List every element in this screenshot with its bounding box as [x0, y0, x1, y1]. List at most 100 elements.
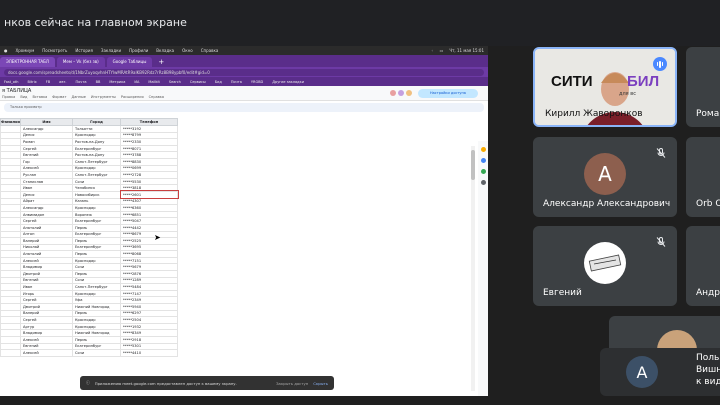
table-cell[interactable]: Алексей: [20, 164, 73, 173]
table-cell[interactable]: *****7147: [120, 289, 178, 298]
table-cell[interactable]: Сергей: [20, 144, 73, 153]
bookmark[interactable]: ИА: [134, 80, 139, 84]
bookmark[interactable]: Бид: [215, 80, 222, 84]
table-cell[interactable]: [0, 197, 21, 206]
table-cell[interactable]: *****1289: [120, 276, 178, 285]
table-cell[interactable]: Сочи: [72, 177, 121, 186]
table-cell[interactable]: Пермь: [72, 237, 121, 245]
table-row[interactable]: Алексей Сочи *****4410: [0, 349, 178, 357]
table-cell[interactable]: [0, 204, 21, 212]
table-cell[interactable]: Сергей: [20, 316, 73, 324]
table-row[interactable]: Денис Краснодар *****8799: [0, 131, 178, 140]
table-cell[interactable]: [0, 296, 21, 305]
table-cell[interactable]: Дмитрий: [20, 270, 73, 278]
table-row[interactable]: Антон Екатеринбург *****8679: [0, 230, 178, 239]
table-cell[interactable]: [0, 131, 21, 140]
table-cell[interactable]: Санкт-Петербург: [72, 171, 121, 179]
bookmark[interactable]: ВВ: [96, 80, 101, 84]
table-cell[interactable]: Пермь: [72, 250, 121, 258]
table-cell[interactable]: *****8679: [120, 230, 178, 239]
participant-tile[interactable]: Orb O: [686, 137, 720, 217]
table-row[interactable]: Иван Санкт-Петербург *****5484: [0, 283, 178, 291]
table-cell[interactable]: Пермь: [72, 270, 121, 278]
table-cell[interactable]: Дмитрий: [20, 303, 73, 311]
table-cell[interactable]: Руслан: [20, 171, 73, 179]
table-cell[interactable]: *****2504: [120, 316, 178, 324]
spreadsheet-grid[interactable]: Фамилия Имя Город Телефон Александр Толья…: [0, 118, 478, 370]
table-cell[interactable]: *****3818: [120, 184, 178, 192]
table-cell[interactable]: [0, 217, 21, 225]
table-cell[interactable]: Челябинск: [72, 184, 121, 192]
table-cell[interactable]: [0, 256, 21, 265]
table-cell[interactable]: *****2876: [120, 270, 178, 278]
table-cell[interactable]: [0, 144, 21, 153]
table-cell[interactable]: *****8068: [120, 250, 178, 258]
table-cell[interactable]: *****5301: [120, 342, 178, 351]
table-cell[interactable]: Николай: [20, 243, 73, 252]
table-cell[interactable]: Краснодар: [72, 322, 121, 331]
table-row[interactable]: Айрат Казань *****4307: [0, 197, 178, 206]
table-row[interactable]: Владимир Сочи *****5679: [0, 263, 178, 272]
menu-item[interactable]: Правка: [2, 95, 15, 99]
table-cell[interactable]: [0, 125, 21, 133]
table-cell[interactable]: Валерий: [20, 237, 73, 245]
bookmark[interactable]: YRGBD: [251, 80, 263, 84]
table-cell[interactable]: Краснодар: [72, 204, 121, 212]
table-cell[interactable]: *****5679: [120, 263, 178, 272]
vertical-scrollbar[interactable]: [471, 146, 475, 391]
table-row[interactable]: Дмитрий Пермь *****2876: [0, 270, 178, 278]
table-cell[interactable]: Сергей: [20, 296, 73, 305]
browser-tab[interactable]: Мем – Vk (без зв): [56, 57, 105, 67]
table-cell[interactable]: Ростов-на-Дону: [72, 151, 121, 159]
menu-item[interactable]: Данные: [71, 95, 85, 99]
table-cell[interactable]: [0, 316, 21, 324]
table-cell[interactable]: *****5530: [120, 177, 178, 186]
table-row[interactable]: Роман Ростов-на-Дону *****2330: [0, 138, 178, 146]
participant-tile-self[interactable]: А Польз Вишн к вид: [600, 348, 720, 396]
table-row[interactable]: Евгений Ростов-на-Дону *****3788: [0, 151, 178, 159]
table-cell[interactable]: Александр: [20, 125, 73, 133]
table-row[interactable]: Станислав Сочи *****5530: [0, 177, 178, 186]
menu-item[interactable]: Инструменты: [91, 95, 116, 99]
table-cell[interactable]: [0, 230, 21, 239]
participant-tile[interactable]: Роман: [686, 47, 720, 127]
browser-tab[interactable]: Google Таблицы: [106, 57, 153, 67]
table-cell[interactable]: *****3192: [120, 125, 178, 133]
table-cell[interactable]: Анатолий: [20, 223, 73, 232]
table-cell[interactable]: *****3788: [120, 151, 178, 159]
table-row[interactable]: Алексей Краснодар *****7151: [0, 256, 178, 265]
table-cell[interactable]: *****2330: [120, 138, 178, 146]
bookmark[interactable]: Mailkit: [148, 80, 159, 84]
table-cell[interactable]: Владимир: [20, 329, 73, 337]
table-cell[interactable]: Пермь: [72, 223, 121, 232]
column-header[interactable]: Фамилия: [0, 118, 21, 126]
table-cell[interactable]: [0, 329, 21, 337]
table-cell[interactable]: [0, 237, 21, 245]
table-cell[interactable]: *****6851: [120, 210, 178, 219]
browser-tab[interactable]: ЭЛЕКТРОННАЯ ТАБЛ: [0, 57, 55, 67]
keep-icon[interactable]: [480, 147, 486, 152]
table-row[interactable]: Валерий Пермь *****2525: [0, 237, 178, 245]
table-row[interactable]: Сергей Краснодар *****2504: [0, 316, 178, 324]
table-row[interactable]: Евгений Екатеринбург *****5301: [0, 342, 178, 351]
bookmark[interactable]: FB: [46, 80, 50, 84]
table-cell[interactable]: Евгений: [20, 342, 73, 351]
table-cell[interactable]: Евгений: [20, 276, 73, 285]
table-cell[interactable]: *****6360: [120, 204, 178, 212]
table-cell[interactable]: Антон: [20, 230, 73, 239]
table-cell[interactable]: [0, 223, 21, 232]
table-row[interactable]: Анатолий Пермь *****8068: [0, 250, 178, 258]
table-cell[interactable]: [0, 171, 21, 179]
table-cell[interactable]: [0, 289, 21, 298]
menu-item[interactable]: Расширения: [121, 95, 144, 99]
avatar[interactable]: [406, 90, 412, 96]
table-cell[interactable]: *****4410: [120, 349, 178, 357]
table-cell[interactable]: Валерий: [20, 309, 73, 318]
column-header[interactable]: Город: [72, 118, 121, 126]
bookmark[interactable]: Сервисы: [190, 80, 206, 84]
table-cell[interactable]: Екатеринбург: [72, 217, 121, 225]
table-cell[interactable]: [0, 210, 21, 219]
table-row[interactable]: Сергей Екатеринбург *****8071: [0, 144, 178, 153]
table-cell[interactable]: Краснодар: [72, 316, 121, 324]
table-cell[interactable]: [0, 309, 21, 318]
